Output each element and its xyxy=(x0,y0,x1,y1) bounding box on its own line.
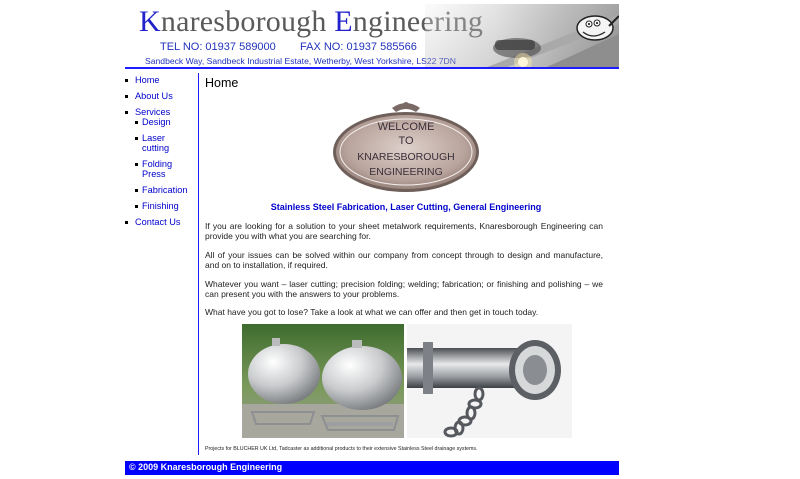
nav-link-home[interactable]: Home xyxy=(135,75,198,85)
header-rule xyxy=(125,67,619,69)
nav-list: Home About Us Services Design Laser cutt… xyxy=(125,75,198,227)
steel-pipe-chain-image-icon xyxy=(407,324,572,438)
steel-tanks-image-icon xyxy=(242,324,404,438)
subnav-link-finishing[interactable]: Finishing xyxy=(142,201,198,211)
subnav-item-laser: Laser cutting xyxy=(135,133,198,153)
bullet-icon xyxy=(135,121,138,124)
fax-number: FAX NO: 01937 585566 xyxy=(300,41,417,53)
bullet-icon xyxy=(125,111,128,114)
company-address: Sandbeck Way, Sandbeck Industrial Estate… xyxy=(145,56,456,66)
bullet-icon xyxy=(125,221,128,224)
subnav-item-finishing: Finishing xyxy=(135,201,198,211)
logo-letter-e: E xyxy=(334,5,353,38)
nav-link-services[interactable]: Services xyxy=(135,107,198,117)
subnav-item-fabrication: Fabrication xyxy=(135,185,198,195)
nav-item-services: Services Design Laser cutting Folding Pr… xyxy=(125,107,198,211)
nav-link-about-us[interactable]: About Us xyxy=(135,91,198,101)
header-banner: Knaresborough Engineering TEL NO: 01937 … xyxy=(125,4,619,68)
copyright-text: © 2009 Knaresborough Engineering xyxy=(129,462,283,472)
subnav-link-design[interactable]: Design xyxy=(142,117,198,127)
subnav-link-folding-press[interactable]: Folding Press xyxy=(142,159,182,179)
subnav-item-folding: Folding Press xyxy=(135,159,198,179)
bullet-icon xyxy=(135,189,138,192)
header-welding-photo xyxy=(425,4,619,68)
project-photo-tanks xyxy=(242,324,404,438)
nav-item-contact: Contact Us xyxy=(125,217,198,227)
sidebar-nav: Home About Us Services Design Laser cutt… xyxy=(125,73,198,227)
footer-bar: © 2009 Knaresborough Engineering xyxy=(125,461,619,475)
project-photo-drainage xyxy=(407,324,572,438)
telephone-number: TEL NO: 01937 589000 xyxy=(160,41,276,53)
welcome-oval-icon: WELCOME TO KNARESBOROUGH ENGINEERING xyxy=(333,102,479,192)
nav-item-about: About Us xyxy=(125,91,198,101)
welcome-line-1: WELCOME xyxy=(378,121,435,133)
welcome-badge: WELCOME TO KNARESBOROUGH ENGINEERING xyxy=(332,100,480,193)
intro-paragraph: If you are looking for a solution to you… xyxy=(205,221,603,241)
subnav-item-design: Design xyxy=(135,117,198,127)
sidebar-divider xyxy=(198,73,199,455)
services-submenu: Design Laser cutting Folding Press Fabri… xyxy=(135,117,198,211)
bullet-icon xyxy=(135,205,138,208)
bullet-icon xyxy=(125,95,128,98)
bullet-icon xyxy=(135,137,138,140)
subnav-link-laser-cutting[interactable]: Laser cutting xyxy=(142,133,180,153)
logo-word-1: naresborough xyxy=(160,5,335,38)
services-tagline: Stainless Steel Fabrication, Laser Cutti… xyxy=(270,202,542,212)
welcome-line-3: KNARESBOROUGH xyxy=(357,151,454,163)
bullet-icon xyxy=(125,79,128,82)
welcome-line-2: TO xyxy=(398,135,414,147)
nav-item-home: Home xyxy=(125,75,198,85)
bullet-icon xyxy=(135,163,138,166)
call-to-action-paragraph: What have you got to lose? Take a look a… xyxy=(205,307,539,317)
photo-caption: Projects for BLUCHER UK Ltd, Tadcaster a… xyxy=(205,446,478,452)
services-paragraph: Whatever you want – laser cutting; preci… xyxy=(205,279,603,299)
process-paragraph: All of your issues can be solved within … xyxy=(205,250,603,270)
subnav-link-fabrication[interactable]: Fabrication xyxy=(142,185,198,195)
welcome-line-4: ENGINEERING xyxy=(369,166,443,178)
page-title: Home xyxy=(205,76,239,90)
nav-link-contact-us[interactable]: Contact Us xyxy=(135,217,198,227)
welding-image-icon xyxy=(425,4,619,68)
logo-letter-k: K xyxy=(139,5,161,38)
